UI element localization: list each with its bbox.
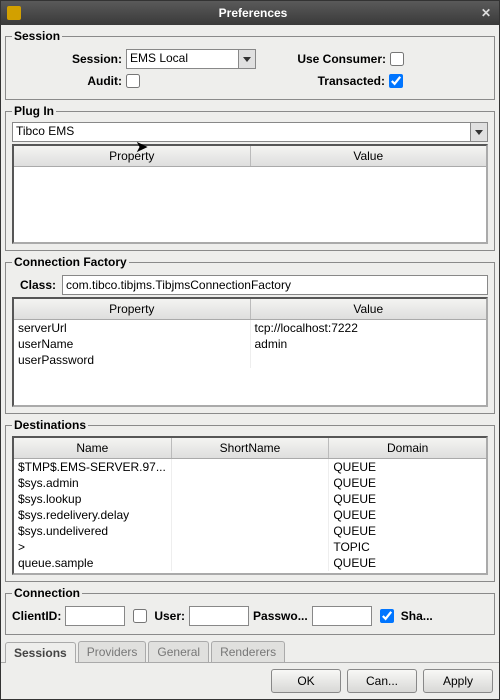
tab-providers[interactable]: Providers	[78, 641, 147, 662]
cell-name: $TMP$.EMS-SERVER.97...	[14, 459, 172, 475]
plugin-table[interactable]: Property Value	[12, 144, 488, 244]
session-select[interactable]: EMS Local	[126, 49, 238, 69]
table-row[interactable]: $TMP$.EMS-SERVER.97... QUEUE	[14, 459, 486, 475]
connection-legend: Connection	[12, 586, 82, 600]
plugin-select-arrow[interactable]	[470, 122, 488, 142]
dest-col-shortname[interactable]: ShortName	[172, 438, 330, 458]
titlebar: Preferences ✕	[1, 1, 499, 25]
bottom-tabs: SessionsProvidersGeneralRenderers	[1, 639, 499, 663]
session-legend: Session	[12, 29, 62, 43]
cell-shortname	[172, 475, 330, 491]
ok-button[interactable]: OK	[271, 669, 341, 693]
chevron-down-icon	[243, 57, 251, 62]
table-row[interactable]: userNameadmin	[14, 336, 486, 352]
connection-group: Connection ClientID: User: Passwo... Sha…	[5, 586, 495, 635]
session-select-arrow[interactable]	[238, 49, 256, 69]
dest-col-name[interactable]: Name	[14, 438, 172, 458]
user-label: User:	[154, 609, 185, 623]
destinations-table[interactable]: Name ShortName Domain $TMP$.EMS-SERVER.9…	[12, 436, 488, 575]
app-icon	[7, 6, 21, 20]
cell-property: serverUrl	[14, 320, 251, 336]
cell-name: $sys.undelivered	[14, 523, 172, 539]
anon-checkbox[interactable]	[133, 609, 147, 623]
cf-col-property[interactable]: Property	[14, 299, 251, 319]
class-label: Class:	[12, 278, 56, 292]
cell-domain: QUEUE	[329, 459, 486, 475]
cell-shortname	[172, 459, 330, 475]
cell-shortname	[172, 523, 330, 539]
use-consumer-checkbox[interactable]	[390, 52, 404, 66]
table-row[interactable]: $sys.lookup QUEUE	[14, 491, 486, 507]
chevron-down-icon	[475, 130, 483, 135]
cell-shortname	[172, 507, 330, 523]
cell-domain: TOPIC	[329, 539, 486, 555]
cell-name: $sys.redelivery.delay	[14, 507, 172, 523]
session-label: Session:	[12, 52, 122, 66]
plugin-select[interactable]: Tibco EMS	[12, 122, 470, 142]
destinations-legend: Destinations	[12, 418, 88, 432]
window-title: Preferences	[27, 6, 479, 20]
cell-domain: QUEUE	[329, 507, 486, 523]
table-row[interactable]: > TOPIC	[14, 539, 486, 555]
apply-button[interactable]: Apply	[423, 669, 493, 693]
connection-factory-group: Connection Factory Class: Property Value…	[5, 255, 495, 414]
cell-name: queue.sample	[14, 555, 172, 571]
cancel-button[interactable]: Can...	[347, 669, 417, 693]
clientid-input[interactable]	[65, 606, 125, 626]
transacted-label: Transacted:	[255, 74, 385, 88]
dest-col-domain[interactable]: Domain	[329, 438, 486, 458]
table-row[interactable]: $sys.undelivered QUEUE	[14, 523, 486, 539]
table-row[interactable]: serverUrltcp://localhost:7222	[14, 320, 486, 336]
dialog-buttons: OK Can... Apply	[1, 663, 499, 699]
cell-shortname	[172, 555, 330, 571]
cell-domain: QUEUE	[329, 491, 486, 507]
cell-domain: QUEUE	[329, 475, 486, 491]
cell-property: userPassword	[14, 352, 251, 368]
cell-domain: QUEUE	[329, 523, 486, 539]
cell-shortname	[172, 539, 330, 555]
transacted-checkbox[interactable]	[389, 74, 403, 88]
audit-checkbox[interactable]	[126, 74, 140, 88]
table-row[interactable]: userPassword	[14, 352, 486, 368]
table-row[interactable]: $sys.redelivery.delay QUEUE	[14, 507, 486, 523]
cell-name: $sys.admin	[14, 475, 172, 491]
clientid-label: ClientID:	[12, 609, 61, 623]
close-icon[interactable]: ✕	[479, 6, 493, 20]
shared-label: Sha...	[401, 609, 433, 623]
password-input[interactable]	[312, 606, 372, 626]
plugin-group: Plug In Tibco EMS Property Value	[5, 104, 495, 251]
cell-shortname	[172, 491, 330, 507]
plugin-col-value[interactable]: Value	[251, 146, 487, 166]
cell-value	[251, 352, 487, 368]
session-group: Session Session: EMS Local Use Consumer:…	[5, 29, 495, 100]
cf-col-value[interactable]: Value	[251, 299, 487, 319]
class-input[interactable]	[62, 275, 488, 295]
tab-sessions[interactable]: Sessions	[5, 642, 76, 663]
user-input[interactable]	[189, 606, 249, 626]
cell-name: $sys.lookup	[14, 491, 172, 507]
plugin-legend: Plug In	[12, 104, 56, 118]
connection-factory-legend: Connection Factory	[12, 255, 129, 269]
cell-property: userName	[14, 336, 251, 352]
shared-checkbox[interactable]	[380, 609, 394, 623]
destinations-group: Destinations Name ShortName Domain $TMP$…	[5, 418, 495, 582]
table-row[interactable]: $sys.admin QUEUE	[14, 475, 486, 491]
use-consumer-label: Use Consumer:	[256, 52, 386, 66]
cell-value: admin	[251, 336, 487, 352]
table-row[interactable]: queue.sample QUEUE	[14, 555, 486, 571]
cell-value: tcp://localhost:7222	[251, 320, 487, 336]
plugin-col-property[interactable]: Property	[14, 146, 251, 166]
password-label: Passwo...	[253, 609, 308, 623]
cell-domain: QUEUE	[329, 555, 486, 571]
tab-renderers[interactable]: Renderers	[211, 641, 285, 662]
audit-label: Audit:	[12, 74, 122, 88]
cell-name: >	[14, 539, 172, 555]
connection-factory-table[interactable]: Property Value serverUrltcp://localhost:…	[12, 297, 488, 407]
tab-general[interactable]: General	[148, 641, 209, 662]
